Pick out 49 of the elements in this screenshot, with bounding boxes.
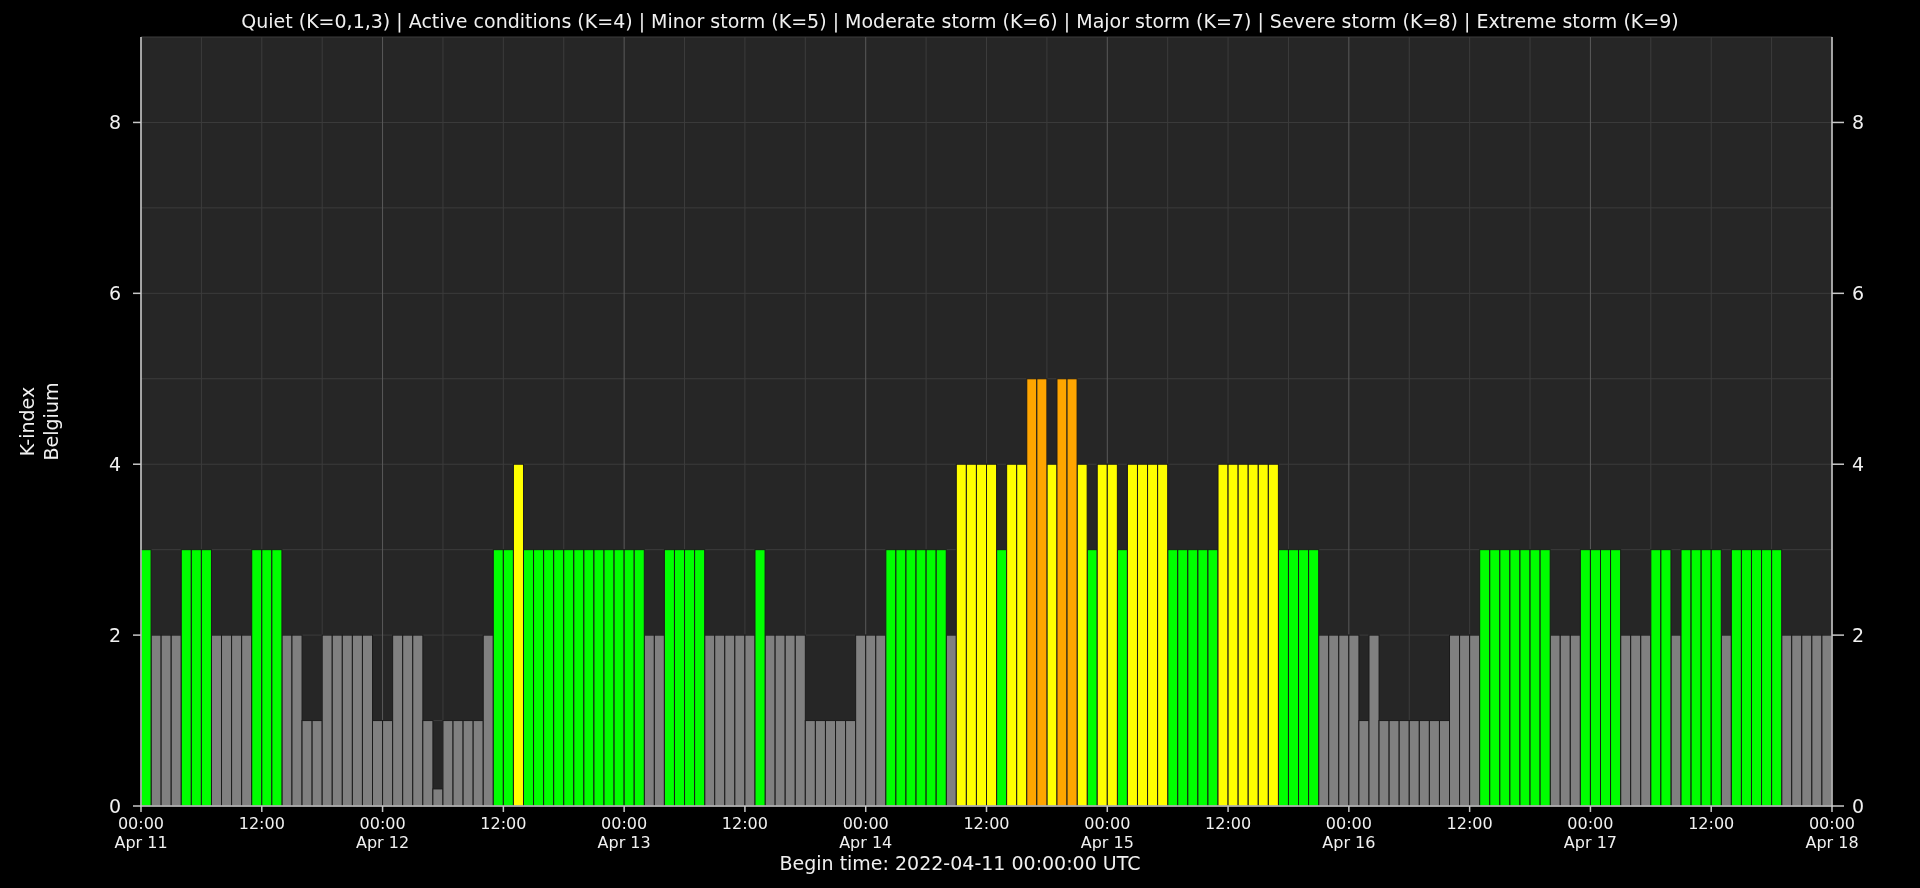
tick-mark [1106, 805, 1109, 813]
tick-mark [132, 292, 142, 295]
y-tick-label: 4 [1852, 453, 1865, 476]
tick-mark [864, 805, 867, 813]
y-tick-label: 8 [108, 111, 121, 134]
tick-mark [1227, 805, 1229, 813]
y-tick-label: 8 [1852, 111, 1865, 134]
tick-mark [1831, 634, 1845, 636]
chart-title: Quiet (K=0,1,3) | Active conditions (K=4) | Minor storm (K=5) | Moderate storm (K=6) | Major storm (K=7) | Severe storm (K=8) | Extreme storm (K=9) [241, 10, 1679, 32]
tick-mark [132, 121, 142, 124]
x-tick-label: 00:00 Apr 13 [597, 814, 651, 852]
x-axis-label: Begin time: 2022-04-11 00:00:00 UTC [779, 852, 1141, 874]
y-tick-label: 0 [1852, 795, 1865, 817]
tick-mark [1589, 805, 1592, 813]
tick-mark [1468, 805, 1471, 813]
tick-mark [1710, 805, 1712, 813]
x-tick-label: 00:00 Apr 15 [1080, 814, 1134, 852]
x-tick-label: 00:00 Apr 17 [1563, 814, 1617, 852]
x-tick-label: 00:00 Apr 12 [356, 814, 410, 852]
x-tick-label: 12:00 [1688, 814, 1735, 833]
x-tick-label: 00:00 Apr 18 [1805, 814, 1859, 852]
x-tick-label: 12:00 [238, 814, 285, 833]
y-tick-label: 2 [1852, 624, 1865, 647]
tick-mark [1831, 292, 1845, 295]
x-tick-label: 12:00 [1205, 814, 1252, 833]
tick-mark [1348, 805, 1350, 813]
y-axis-label: K-index Belgium [16, 382, 62, 461]
x-tick-label: 12:00 [721, 814, 768, 833]
x-tick-label: 00:00 Apr 16 [1322, 814, 1376, 852]
y-tick-label: 6 [1852, 282, 1865, 305]
x-tick-label: 00:00 Apr 14 [839, 814, 893, 852]
tick-mark [381, 805, 384, 813]
y-tick-label: 2 [108, 624, 121, 647]
tick-mark [132, 634, 142, 636]
tick-mark [502, 805, 505, 813]
x-tick-label: 12:00 [963, 814, 1010, 833]
tick-mark [132, 463, 142, 465]
tick-mark [623, 805, 625, 813]
x-tick-label: 12:00 [480, 814, 527, 833]
tick-mark [1831, 463, 1845, 465]
tick-mark [744, 805, 746, 813]
x-tick-label: 12:00 [1446, 814, 1493, 833]
tick-mark [985, 805, 988, 813]
tick-mark [261, 805, 263, 813]
tick-mark [1831, 121, 1845, 124]
y-tick-label: 0 [108, 795, 121, 817]
y-tick-label: 6 [108, 282, 121, 305]
x-tick-label: 00:00 Apr 11 [114, 814, 168, 852]
y-tick-label: 4 [108, 453, 121, 476]
